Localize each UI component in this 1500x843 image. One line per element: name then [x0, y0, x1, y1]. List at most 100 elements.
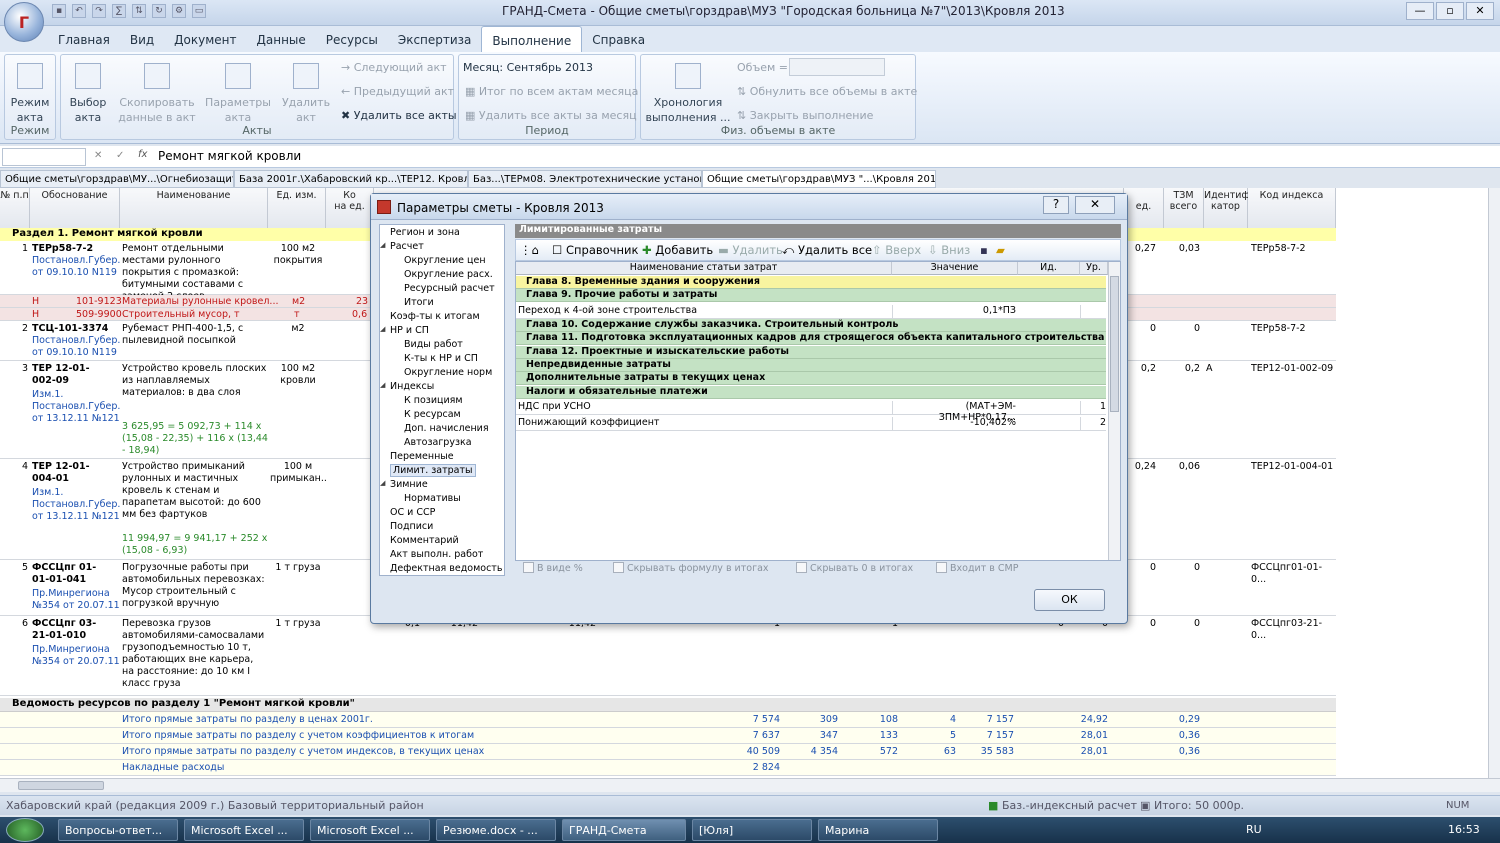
doc-tab[interactable]: База 2001г.\Хабаровский кр...\ТЕР12. Кро… [234, 170, 468, 188]
ok-button[interactable]: ОК [1034, 589, 1105, 611]
col-header-tzm-unit[interactable]: ед. [1124, 188, 1164, 230]
function-icon[interactable]: fx [138, 149, 147, 160]
open-folder-icon[interactable]: ▰ [996, 243, 1005, 257]
grid-col-value[interactable]: Значение [892, 262, 1018, 275]
delete-act-button[interactable]: Удалить акт [277, 63, 335, 125]
tree-item[interactable]: К-ты к НР и СП [404, 353, 478, 364]
chapter-row[interactable]: Глава 12. Проектные и изыскательские раб… [516, 345, 1106, 359]
col-header-unit[interactable]: Ед. изм. [268, 188, 326, 230]
tree-item[interactable]: Автозагрузка [404, 437, 472, 448]
undo-icon[interactable]: ↶ [72, 4, 86, 18]
copy-data-button[interactable]: Скопировать данные в акт [115, 63, 199, 125]
app-menu-button[interactable]: Г [4, 2, 44, 42]
doc-tab[interactable]: Баз...\ТЕРм08. Электротехнические устано… [468, 170, 702, 188]
chronology-button[interactable]: Хронология выполнения ... [645, 63, 731, 125]
tree-item[interactable]: ◢ НР и СП [380, 325, 429, 336]
tree-item[interactable]: Ресурсный расчет [404, 283, 495, 294]
grid-col-name[interactable]: Наименование статьи затрат [516, 262, 892, 275]
total-all-acts-button[interactable]: ▦ Итог по всем актам месяца [465, 85, 638, 98]
month-label[interactable]: Месяц: Сентябрь 2013 [463, 61, 593, 74]
col-header-index[interactable]: Код индекса [1248, 188, 1336, 230]
chapter-row[interactable]: Глава 11. Подготовка эксплуатационных ка… [516, 332, 1106, 346]
close-execution-button[interactable]: ⇅ Закрыть выполнение [737, 109, 873, 122]
maximize-icon[interactable]: ▫ [1436, 2, 1464, 20]
tree-item[interactable]: Регион и зона [390, 227, 460, 238]
folder-icon[interactable]: ▭ [192, 4, 206, 18]
doc-tab-active[interactable]: Общие сметы\горздрав\МУЗ "...\Кровля 201… [702, 170, 936, 188]
tab-expertise[interactable]: Экспертиза [388, 26, 482, 52]
status-total[interactable]: Итого: 50 000р. [1154, 799, 1244, 812]
tree-item[interactable]: К ресурсам [404, 409, 461, 420]
tree-item[interactable]: ◢ Расчет [380, 241, 424, 252]
expand-icon[interactable]: ◢ [380, 381, 385, 389]
name-box[interactable] [2, 148, 86, 166]
refresh-icon[interactable]: ↻ [152, 4, 166, 18]
tree-item[interactable]: ОС и ССР [390, 507, 435, 518]
dialog-grid-scrollbar[interactable] [1108, 262, 1120, 560]
tree-item[interactable]: К позициям [404, 395, 463, 406]
help-icon[interactable]: ? [1043, 196, 1069, 214]
chapter-row[interactable]: Дополнительные затраты в текущих ценах [516, 372, 1106, 386]
taskbar-item[interactable]: Резюме.docx - ... [436, 819, 556, 841]
status-mode[interactable]: Баз.-индексный расчет [1002, 799, 1137, 812]
tree-item[interactable]: Округление расх. [404, 269, 493, 280]
col-header-num[interactable]: № п.п [0, 188, 30, 230]
save-icon[interactable]: ▪ [980, 243, 988, 257]
scroll-thumb[interactable] [1110, 276, 1119, 412]
tree-item[interactable]: Округление цен [404, 255, 486, 266]
chapter-row[interactable]: Налоги и обязательные платежи [516, 385, 1106, 399]
redo-icon[interactable]: ↷ [92, 4, 106, 18]
tree-item[interactable]: Комментарий [390, 535, 459, 546]
start-button[interactable] [6, 818, 44, 842]
tree-item[interactable]: Коэф-ты к итогам [390, 311, 480, 322]
total-row[interactable]: Итого прямые затраты по разделу с учетом… [0, 728, 1336, 744]
minimize-icon[interactable]: — [1406, 2, 1434, 20]
resources-header[interactable]: Ведомость ресурсов по разделу 1 "Ремонт … [0, 698, 1336, 712]
delete-button[interactable]: ▬ Удалить [718, 243, 783, 257]
dialog-close-icon[interactable]: ✕ [1075, 196, 1115, 214]
reference-button[interactable]: ☐ Справочник [552, 243, 638, 257]
tree-item[interactable]: Округление норм [404, 367, 492, 378]
tree-item[interactable]: Нормативы [404, 493, 461, 504]
reset-volumes-button[interactable]: ⇅ Обнулить все объемы в акте [737, 85, 917, 98]
tree-item[interactable]: Переменные [390, 451, 454, 462]
hide-zero-checkbox[interactable]: Скрывать 0 в итогах [796, 562, 913, 574]
delete-all-acts-button[interactable]: ✖ Удалить все акты [341, 109, 457, 122]
total-row[interactable]: Итого прямые затраты по разделу с учетом… [0, 744, 1336, 760]
cost-row[interactable]: Понижающий коэффициент -10,402% 2 [516, 415, 1106, 432]
taskbar-item[interactable]: Microsoft Excel ... [310, 819, 430, 841]
prev-act-button[interactable]: ← Предыдущий акт [341, 85, 454, 98]
total-row[interactable]: Итого прямые затраты по разделу в ценах … [0, 712, 1336, 728]
hide-formula-checkbox[interactable]: Скрывать формулу в итогах [613, 562, 769, 574]
tree-item[interactable]: Виды работ [404, 339, 463, 350]
tab-document[interactable]: Документ [164, 26, 246, 52]
vertical-scrollbar[interactable] [1488, 188, 1500, 778]
next-act-button[interactable]: → Следующий акт [341, 61, 447, 74]
grid-col-id[interactable]: Ид. [1018, 262, 1080, 275]
cost-row[interactable]: Переход к 4-ой зоне строительства 0,1*ПЗ [516, 303, 1106, 319]
taskbar-item[interactable]: Microsoft Excel ... [184, 819, 304, 841]
sort-icon[interactable]: ⇅ [132, 4, 146, 18]
delete-all-button[interactable]: ⤺ Удалить все [782, 243, 872, 258]
tree-item[interactable]: Доп. начисления [404, 423, 489, 434]
move-down-button[interactable]: ⇩ Вниз [928, 243, 970, 257]
col-header-qty[interactable]: Ко на ед. [326, 188, 374, 230]
tree-item[interactable]: ◢ Зимние [380, 479, 428, 490]
expand-icon[interactable]: ◢ [380, 479, 385, 487]
tab-data[interactable]: Данные [247, 26, 316, 52]
grid-col-level[interactable]: Ур. [1080, 262, 1108, 275]
tree-item[interactable]: Акт выполн. работ [390, 549, 483, 560]
taskbar-item[interactable]: [Юля] [692, 819, 812, 841]
scroll-thumb[interactable] [18, 781, 104, 790]
col-header-tzm[interactable]: ТЗМ всего [1164, 188, 1204, 230]
doc-tab[interactable]: Общие сметы\горздрав\МУ...\Огнебиозащита… [0, 170, 234, 188]
col-header-name[interactable]: Наименование [120, 188, 268, 230]
tab-execution[interactable]: Выполнение [481, 26, 583, 52]
included-in-smr-checkbox[interactable]: Входит в СМР [936, 562, 1018, 574]
mode-act-button[interactable]: Режим акта [7, 63, 53, 125]
volume-input[interactable] [789, 58, 885, 76]
clock[interactable]: 16:53 [1448, 823, 1480, 836]
language-indicator[interactable]: RU [1246, 823, 1262, 836]
cancel-icon[interactable]: ✕ [94, 150, 102, 161]
select-act-button[interactable]: Выбор акта [63, 63, 113, 125]
